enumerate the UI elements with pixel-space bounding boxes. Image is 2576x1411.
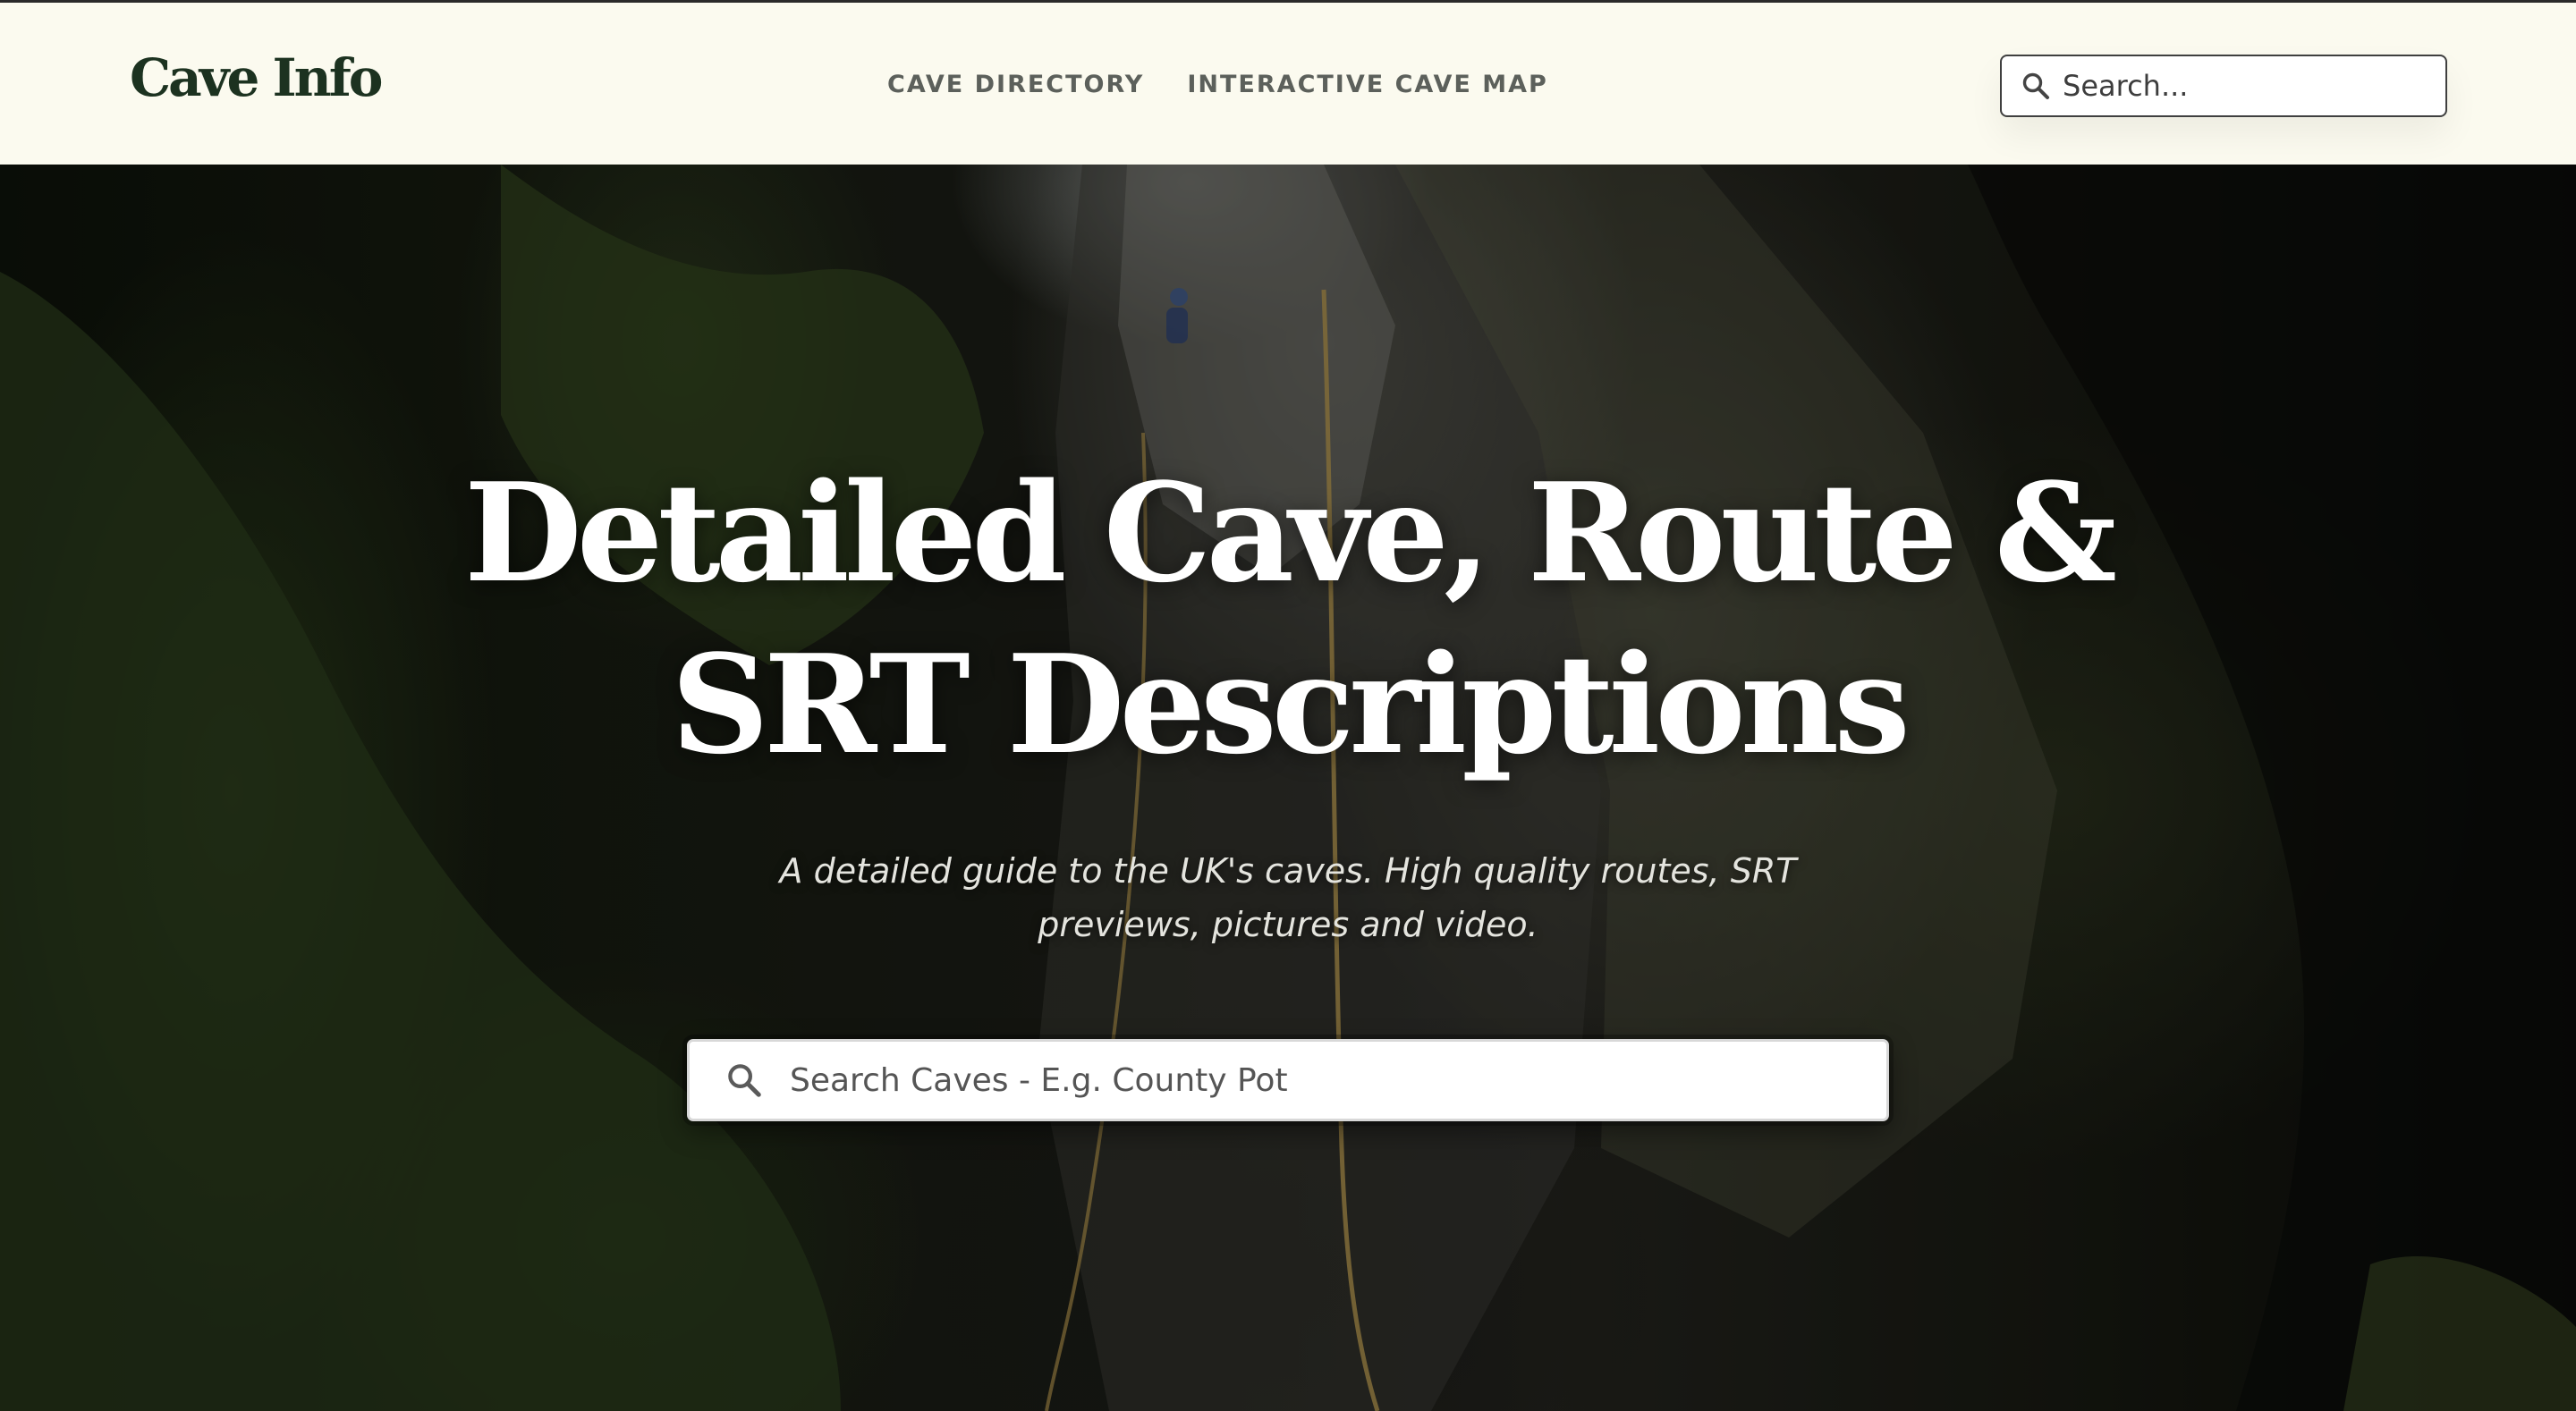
main-nav: CAVE DIRECTORY INTERACTIVE CAVE MAP — [887, 67, 1548, 103]
hero-section: Detailed Cave, Route & SRT Descriptions … — [0, 165, 2576, 1411]
search-icon — [2018, 68, 2054, 104]
nav-link-interactive-cave-map[interactable]: INTERACTIVE CAVE MAP — [1187, 67, 1547, 103]
header-search-box[interactable] — [2000, 55, 2447, 117]
header-search-input[interactable] — [2061, 59, 2436, 113]
cave-search-input[interactable] — [788, 1044, 1843, 1116]
search-icon — [720, 1056, 768, 1104]
site-header: Cave Info CAVE DIRECTORY INTERACTIVE CAV… — [0, 0, 2576, 165]
hero-title: Detailed Cave, Route & SRT Descriptions — [463, 452, 2117, 784]
page: Cave Info CAVE DIRECTORY INTERACTIVE CAV… — [0, 0, 2576, 1411]
hero-search-box[interactable] — [687, 1039, 1889, 1121]
hero-subtitle: A detailed guide to the UK's caves. High… — [779, 851, 1797, 944]
site-logo[interactable]: Cave Info — [130, 42, 383, 114]
nav-link-cave-directory[interactable]: CAVE DIRECTORY — [887, 67, 1144, 103]
